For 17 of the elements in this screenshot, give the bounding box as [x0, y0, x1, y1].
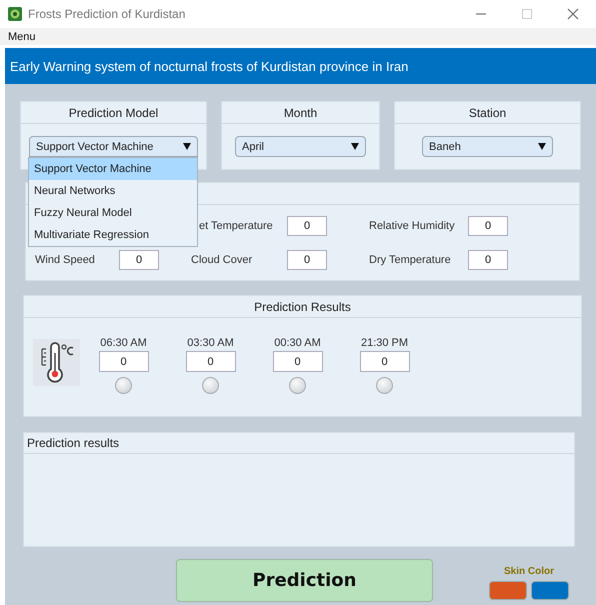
window-title: Frosts Prediction of Kurdistan: [28, 7, 186, 21]
panel-title: Month: [284, 106, 318, 120]
panel-title: Prediction results: [27, 436, 120, 450]
field-label: Dry Temperature: [369, 254, 452, 266]
panel-title: Prediction Model: [68, 106, 158, 120]
time-label: 03:30 AM: [187, 337, 234, 351]
panel-title: Station: [468, 106, 506, 120]
app-header-title: Early Warning system of nocturnal frosts of Kurdistan province in Iran: [10, 58, 408, 74]
field-label: et Temperature: [198, 220, 274, 232]
field-label: Relative Humidity: [369, 220, 456, 232]
time-label: 00:30 AM: [274, 337, 321, 351]
time-label: 06:30 AM: [100, 337, 147, 351]
time-label: 21:30 PM: [360, 337, 408, 351]
field-label: Wind Speed: [35, 254, 96, 266]
field-label: Cloud Cover: [191, 254, 254, 266]
panel-title: Prediction Results: [254, 300, 351, 314]
skin-color-label: Skin Color: [504, 566, 554, 577]
